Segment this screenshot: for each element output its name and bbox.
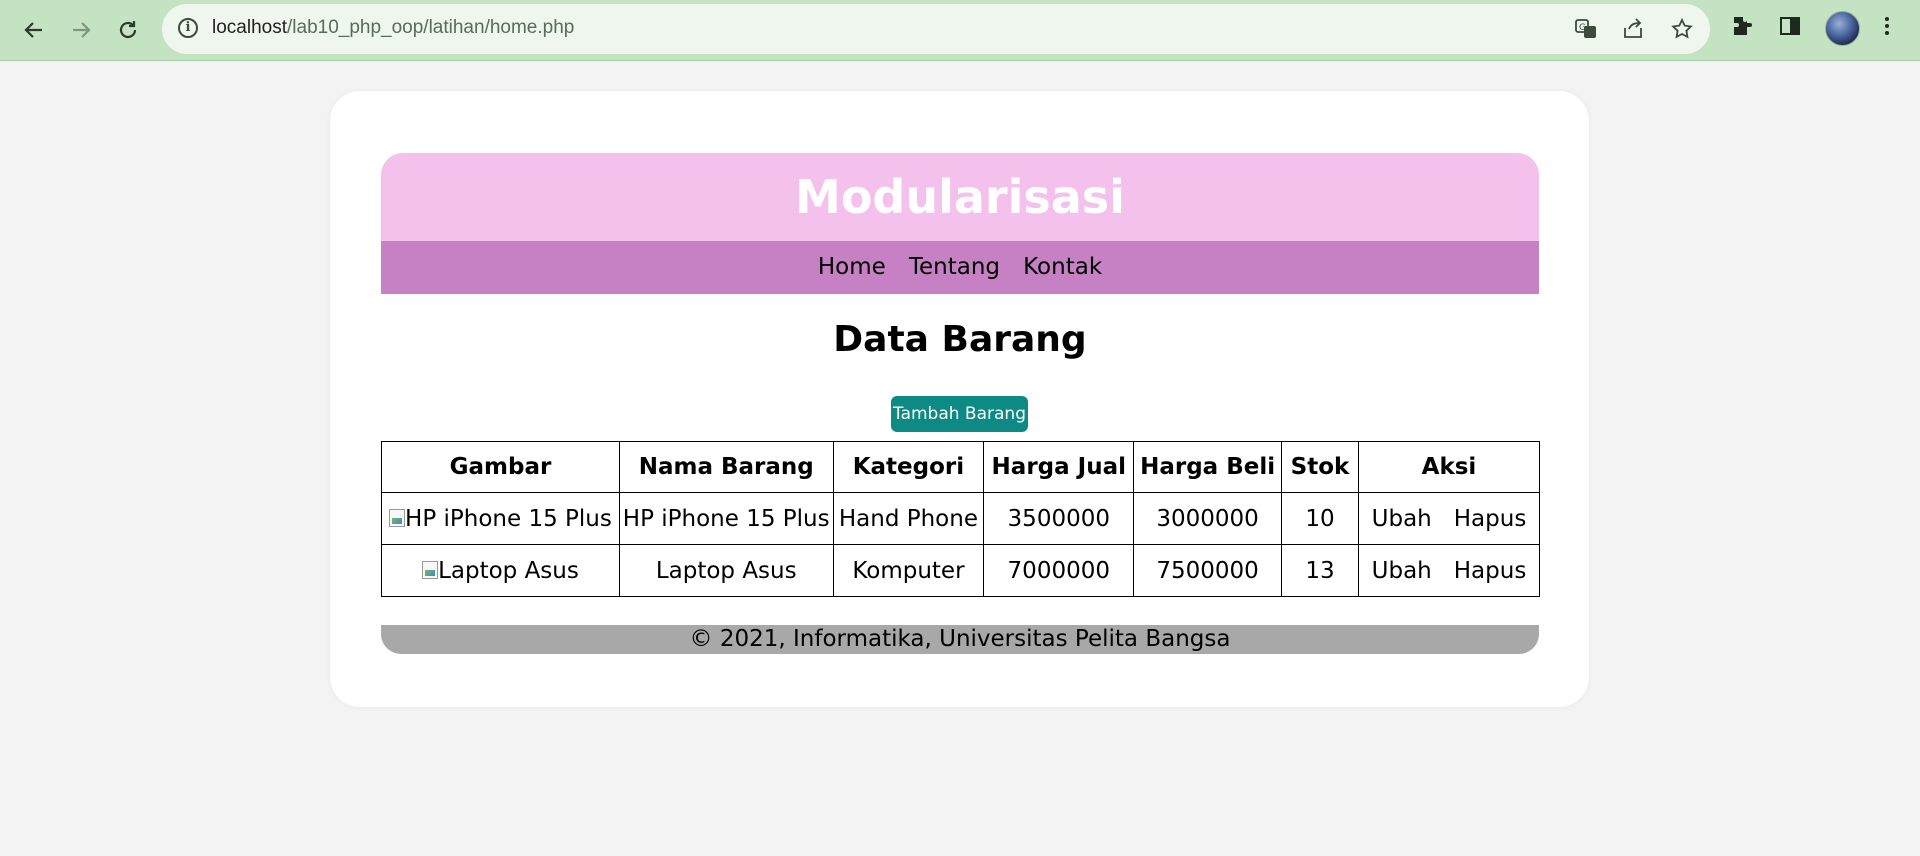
edit-link[interactable]: Ubah xyxy=(1372,558,1432,584)
delete-link[interactable]: Hapus xyxy=(1454,506,1527,532)
cell-harga-jual: 3500000 xyxy=(983,492,1135,545)
table-row: Laptop Asus Laptop Asus Komputer 7000000… xyxy=(381,544,1541,597)
col-header-gambar: Gambar xyxy=(381,441,620,493)
cell-aksi: Ubah Hapus xyxy=(1357,544,1541,597)
site-title: Modularisasi xyxy=(795,170,1125,224)
forward-icon[interactable] xyxy=(63,12,99,48)
cell-kategori: Komputer xyxy=(832,544,985,597)
site-footer: © 2021, Informatika, Universitas Pelita … xyxy=(381,625,1539,654)
cell-harga-beli: 7500000 xyxy=(1133,544,1283,597)
svg-text:G: G xyxy=(1579,23,1586,33)
share-icon[interactable] xyxy=(1620,17,1646,43)
translate-icon[interactable]: G xyxy=(1573,17,1599,43)
nav-home[interactable]: Home xyxy=(818,254,886,280)
cell-stok: 13 xyxy=(1281,544,1359,597)
url-text[interactable]: localhost/lab10_php_oop/latihan/home.php xyxy=(212,17,574,39)
nav-kontak[interactable]: Kontak xyxy=(1023,254,1102,280)
page-title: Data Barang xyxy=(833,319,1087,360)
cell-kategori: Hand Phone xyxy=(832,492,985,545)
menu-kebab-icon[interactable] xyxy=(1871,14,1903,46)
side-panel-icon[interactable] xyxy=(1774,14,1806,46)
browser-toolbar: i localhost/lab10_php_oop/latihan/home.p… xyxy=(0,0,1920,61)
bookmark-star-icon[interactable] xyxy=(1669,17,1695,43)
main-nav: Home Tentang Kontak xyxy=(381,241,1539,294)
nav-tentang[interactable]: Tentang xyxy=(909,254,1000,280)
edit-link[interactable]: Ubah xyxy=(1372,506,1432,532)
col-header-harga-beli: Harga Beli xyxy=(1133,441,1283,493)
profile-avatar[interactable] xyxy=(1825,11,1860,46)
image-alt-text: Laptop Asus xyxy=(438,557,579,584)
add-item-button[interactable]: Tambah Barang xyxy=(891,396,1028,432)
product-image-cell: Laptop Asus xyxy=(381,544,620,597)
address-bar[interactable]: i localhost/lab10_php_oop/latihan/home.p… xyxy=(162,4,1710,54)
col-header-nama-barang: Nama Barang xyxy=(618,441,834,493)
reload-icon[interactable] xyxy=(110,12,146,48)
back-icon[interactable] xyxy=(16,12,52,48)
delete-link[interactable]: Hapus xyxy=(1454,558,1527,584)
image-alt-text: HP iPhone 15 Plus xyxy=(405,505,612,532)
col-header-kategori: Kategori xyxy=(832,441,985,493)
col-header-stok: Stok xyxy=(1281,441,1359,493)
cell-aksi: Ubah Hapus xyxy=(1357,492,1541,545)
product-image-cell: HP iPhone 15 Plus xyxy=(381,492,620,545)
col-header-aksi: Aksi xyxy=(1357,441,1541,493)
table-header-row: Gambar Nama Barang Kategori Harga Jual H… xyxy=(381,441,1541,493)
site-info-icon[interactable]: i xyxy=(178,18,198,38)
extensions-icon[interactable] xyxy=(1726,14,1758,46)
cell-harga-jual: 7000000 xyxy=(983,544,1135,597)
site-header: Modularisasi xyxy=(381,153,1539,241)
broken-image-icon xyxy=(389,508,406,527)
cell-nama: Laptop Asus xyxy=(618,544,834,597)
cell-stok: 10 xyxy=(1281,492,1359,545)
content-container: Modularisasi Home Tentang Kontak Data Ba… xyxy=(330,91,1589,707)
col-header-harga-jual: Harga Jual xyxy=(983,441,1135,493)
cell-nama: HP iPhone 15 Plus xyxy=(618,492,834,545)
broken-image-icon xyxy=(422,560,439,579)
table-row: HP iPhone 15 Plus HP iPhone 15 Plus Hand… xyxy=(381,492,1541,545)
items-table: Gambar Nama Barang Kategori Harga Jual H… xyxy=(381,441,1541,597)
cell-harga-beli: 3000000 xyxy=(1133,492,1283,545)
